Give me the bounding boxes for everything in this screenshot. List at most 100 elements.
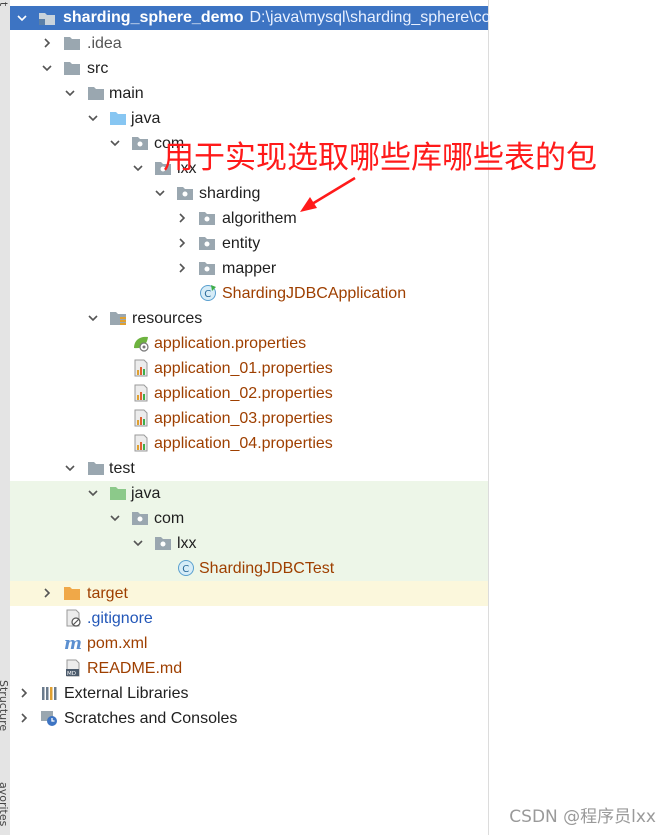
- project-name-text: sharding_sphere_demo: [63, 9, 244, 26]
- annotation-text: 用于实现选取哪些库哪些表的包: [163, 140, 597, 176]
- tree-item-resources[interactable]: resources: [10, 306, 488, 331]
- markdown-file-icon: MD: [64, 659, 82, 677]
- file-label: application_03.properties: [154, 410, 333, 427]
- svg-text:C: C: [204, 289, 211, 300]
- folder-icon: [63, 34, 81, 52]
- tree-item-test-class[interactable]: C ShardingJDBCTest: [10, 556, 488, 581]
- tree-item-properties-file[interactable]: application_03.properties: [10, 406, 488, 431]
- tree-item-scratches[interactable]: Scratches and Consoles: [10, 706, 488, 731]
- tree-item-java-sources[interactable]: java: [10, 106, 488, 131]
- tree-item-algorithem[interactable]: algorithem: [10, 206, 488, 231]
- tree-item-properties-file[interactable]: application_01.properties: [10, 356, 488, 381]
- properties-file-icon: [132, 359, 150, 377]
- svg-text:MD: MD: [67, 671, 76, 677]
- scratches-icon: [40, 709, 58, 727]
- chevron-down-icon[interactable]: [87, 312, 99, 324]
- chevron-right-icon[interactable]: [18, 687, 30, 699]
- folder-icon: [87, 84, 105, 102]
- module-folder-icon: [38, 9, 56, 27]
- folder-label: src: [87, 60, 109, 77]
- tree-item-mapper[interactable]: mapper: [10, 256, 488, 281]
- properties-file-icon: [132, 409, 150, 427]
- tree-item-sharding[interactable]: sharding: [10, 181, 488, 206]
- chevron-down-icon[interactable]: [87, 112, 99, 124]
- chevron-down-icon[interactable]: [109, 512, 121, 524]
- class-label: ShardingJDBCApplication: [222, 285, 407, 302]
- folder-label: java: [131, 110, 161, 127]
- maven-icon: m: [64, 634, 82, 652]
- chevron-down-icon[interactable]: [132, 162, 144, 174]
- folder-label: test: [109, 460, 135, 477]
- package-label: mapper: [222, 260, 277, 277]
- package-icon: [198, 259, 216, 277]
- package-icon: [131, 509, 149, 527]
- chevron-right-icon[interactable]: [176, 212, 188, 224]
- folder-label: .idea: [87, 35, 122, 52]
- resources-folder-icon: [109, 309, 127, 327]
- chevron-right-icon[interactable]: [41, 37, 53, 49]
- libraries-icon: [40, 684, 58, 702]
- tree-item-lxx-test[interactable]: lxx: [10, 531, 488, 556]
- package-icon: [131, 134, 149, 152]
- tree-item-external-libraries[interactable]: External Libraries: [10, 681, 488, 706]
- chevron-right-icon[interactable]: [41, 587, 53, 599]
- excluded-folder-icon: [63, 584, 81, 602]
- package-icon: [198, 234, 216, 252]
- svg-text:m: m: [64, 634, 82, 652]
- file-label: README.md: [87, 660, 183, 677]
- chevron-right-icon[interactable]: [176, 262, 188, 274]
- chevron-down-icon[interactable]: [109, 137, 121, 149]
- file-label: application_02.properties: [154, 385, 333, 402]
- tree-item-com-test[interactable]: com: [10, 506, 488, 531]
- tree-label: External Libraries: [64, 685, 189, 702]
- folder-label: main: [109, 85, 144, 102]
- properties-file-icon: [132, 384, 150, 402]
- file-label: application_01.properties: [154, 360, 333, 377]
- tree-item-target[interactable]: target: [10, 581, 488, 606]
- tree-item-project-root[interactable]: sharding_sphere_demo D:\java\mysql\shardi…: [10, 6, 491, 30]
- chevron-down-icon[interactable]: [87, 487, 99, 499]
- test-folder-icon: [109, 484, 127, 502]
- spring-properties-icon: [132, 334, 150, 352]
- chevron-down-icon[interactable]: [154, 187, 166, 199]
- folder-label: java: [131, 485, 161, 502]
- chevron-down-icon[interactable]: [64, 87, 76, 99]
- tree-item-readme[interactable]: MD README.md: [10, 656, 488, 681]
- file-label: pom.xml: [87, 635, 148, 652]
- tree-item-main[interactable]: main: [10, 81, 488, 106]
- chevron-down-icon[interactable]: [64, 462, 76, 474]
- favorites-tool-label[interactable]: avorites: [0, 782, 10, 826]
- package-label: sharding: [199, 185, 261, 202]
- source-folder-icon: [109, 109, 127, 127]
- tree-item-src[interactable]: src: [10, 56, 488, 81]
- annotation-arrow-icon: [300, 176, 356, 212]
- tree-item-properties-file[interactable]: application_04.properties: [10, 431, 488, 456]
- chevron-down-icon[interactable]: [16, 12, 28, 24]
- tree-item-idea[interactable]: .idea: [10, 31, 488, 56]
- class-icon: C: [177, 559, 195, 577]
- chevron-down-icon[interactable]: [132, 537, 144, 549]
- tree-item-app-class[interactable]: C ShardingJDBCApplication: [10, 281, 488, 306]
- tree-item-properties-file[interactable]: application.properties: [10, 331, 488, 356]
- properties-file-icon: [132, 434, 150, 452]
- tree-item-entity[interactable]: entity: [10, 231, 488, 256]
- tree-label: Scratches and Consoles: [64, 710, 238, 727]
- chevron-right-icon[interactable]: [176, 237, 188, 249]
- watermark: CSDN @程序员lxx: [509, 807, 656, 827]
- folder-label: target: [87, 585, 128, 602]
- package-label: lxx: [177, 535, 197, 552]
- package-label: entity: [222, 235, 261, 252]
- tool-window-label[interactable]: t: [0, 2, 10, 6]
- chevron-down-icon[interactable]: [41, 62, 53, 74]
- tree-item-properties-file[interactable]: application_02.properties: [10, 381, 488, 406]
- file-label: .gitignore: [87, 610, 153, 627]
- chevron-right-icon[interactable]: [18, 712, 30, 724]
- tree-item-pom[interactable]: m pom.xml: [10, 631, 488, 656]
- tree-item-test[interactable]: test: [10, 456, 488, 481]
- tree-item-gitignore[interactable]: .gitignore: [10, 606, 488, 631]
- package-icon: [198, 209, 216, 227]
- file-label: application_04.properties: [154, 435, 333, 452]
- tree-item-java-test[interactable]: java: [10, 481, 488, 506]
- package-icon: [176, 184, 194, 202]
- structure-tool-label[interactable]: Structure: [0, 680, 10, 731]
